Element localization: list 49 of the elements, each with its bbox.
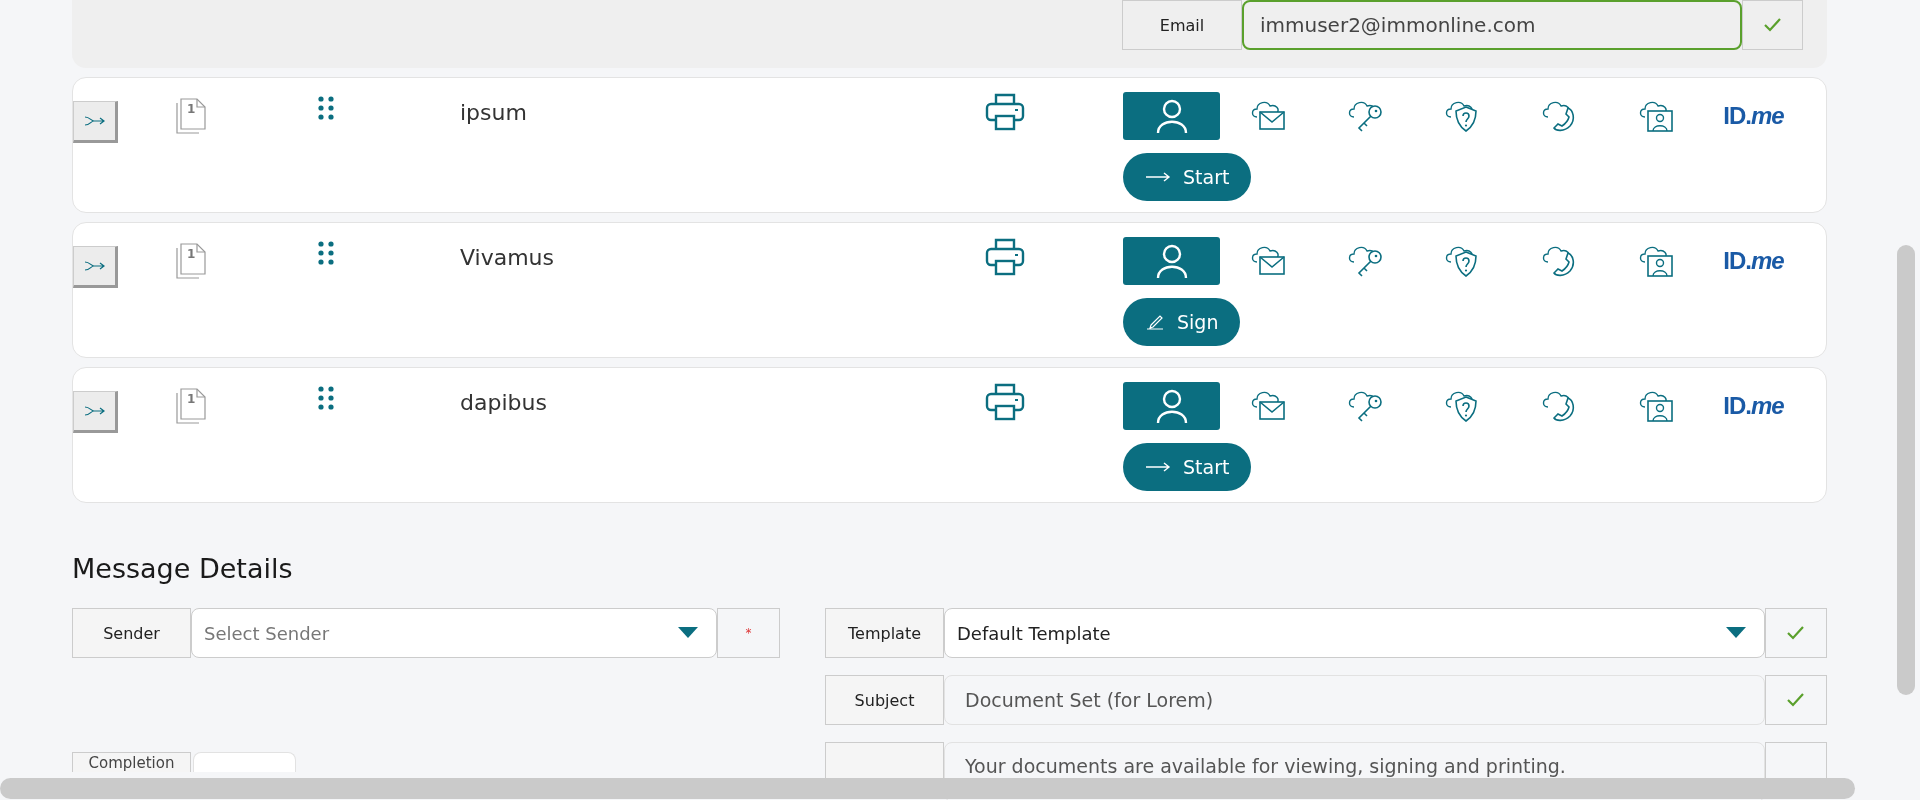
- id-me-button[interactable]: ID.me: [1705, 382, 1802, 430]
- recipient-name: Vivamus: [460, 245, 554, 270]
- route-button[interactable]: [73, 101, 118, 143]
- id-me-button[interactable]: ID.me: [1705, 92, 1802, 140]
- person-auth-button[interactable]: [1123, 382, 1220, 430]
- start-button[interactable]: Start: [1123, 443, 1252, 491]
- field-label: Subject: [825, 675, 944, 725]
- dropdown-arrow-icon[interactable]: [1726, 627, 1746, 639]
- completion-field[interactable]: [193, 752, 296, 772]
- subject-field[interactable]: Document Set (for Lorem): [944, 675, 1765, 725]
- merge-arrow-icon: [83, 260, 106, 272]
- email-field[interactable]: immuser2@immonline.com: [1242, 0, 1742, 50]
- arrow-right-icon: [1145, 171, 1171, 183]
- required-mark: *: [745, 626, 752, 640]
- dropdown-arrow-icon[interactable]: [678, 627, 698, 639]
- document-icon: [175, 242, 207, 280]
- template-dropdown[interactable]: Default Template: [944, 608, 1765, 658]
- document-icon: [175, 97, 207, 135]
- printer-icon[interactable]: [985, 92, 1025, 132]
- merge-arrow-icon: [83, 115, 106, 127]
- field-label: Completion: [72, 752, 191, 772]
- person-auth-button[interactable]: [1123, 237, 1220, 285]
- pen-icon: [1145, 314, 1165, 330]
- recipient-name: dapibus: [460, 390, 547, 415]
- sign-button[interactable]: Sign: [1123, 298, 1241, 346]
- route-button[interactable]: [73, 391, 118, 433]
- route-button[interactable]: [73, 246, 118, 288]
- vertical-scrollbar[interactable]: [1897, 245, 1915, 695]
- recipient-name: ipsum: [460, 100, 527, 125]
- merge-arrow-icon: [83, 405, 106, 417]
- person-auth-button[interactable]: [1123, 92, 1220, 140]
- field-label: Sender: [72, 608, 191, 658]
- start-button[interactable]: Start: [1123, 153, 1252, 201]
- drag-handle-icon[interactable]: [318, 96, 334, 120]
- section-title: Message Details: [72, 553, 294, 584]
- drag-handle-icon[interactable]: [318, 241, 334, 265]
- drag-handle-icon[interactable]: [318, 386, 334, 410]
- document-icon: [175, 387, 207, 425]
- page-count: 1: [187, 392, 196, 406]
- page-count: 1: [187, 102, 196, 116]
- horizontal-scrollbar[interactable]: [0, 778, 1855, 799]
- field-label: Email: [1122, 0, 1242, 50]
- page-count: 1: [187, 247, 196, 261]
- id-me-button[interactable]: ID.me: [1705, 237, 1802, 285]
- arrow-right-icon: [1145, 461, 1171, 473]
- printer-icon[interactable]: [985, 382, 1025, 422]
- printer-icon[interactable]: [985, 237, 1025, 277]
- sender-dropdown[interactable]: Select Sender: [191, 608, 717, 658]
- field-label: Template: [825, 608, 944, 658]
